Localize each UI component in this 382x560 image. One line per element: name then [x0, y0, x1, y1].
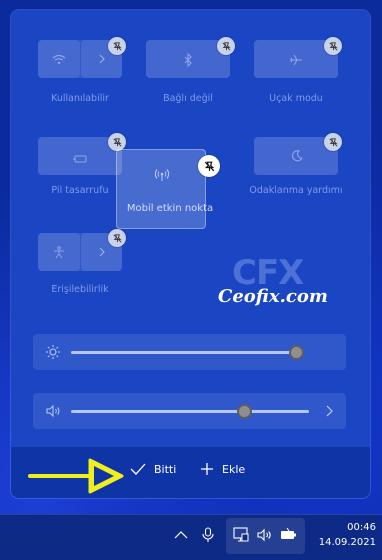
unpin-icon: [222, 41, 230, 50]
checkmark-icon: [130, 463, 146, 475]
mobile-hotspot-icon: [154, 167, 170, 186]
unpin-focus-assist-button[interactable]: [324, 133, 342, 151]
tile-mobile-hotspot-label: Mobil etkin nokta: [126, 203, 214, 214]
wifi-icon: [52, 54, 66, 64]
chevron-up-icon[interactable]: [174, 530, 188, 540]
clock[interactable]: 00:46 14.09.2021: [319, 520, 376, 550]
watermark-text: Ceofix.com: [218, 286, 328, 307]
tile-bluetooth-label: Bağlı değil: [163, 93, 213, 104]
tile-mobile-hotspot-dragging[interactable]: [116, 149, 206, 229]
network-icon[interactable]: [233, 526, 249, 544]
unpin-airplane-button[interactable]: [324, 37, 342, 55]
brightness-thumb[interactable]: [288, 345, 304, 360]
microphone-icon[interactable]: [202, 527, 214, 543]
speaker-icon: [46, 404, 60, 418]
clock-date: 14.09.2021: [318, 537, 376, 548]
accessibility-toggle[interactable]: [38, 233, 80, 271]
chevron-right-icon[interactable]: [322, 402, 336, 420]
volume-icon[interactable]: [257, 528, 273, 542]
brightness-icon: [46, 345, 60, 359]
unpin-icon: [113, 137, 121, 146]
done-label: Bitti: [154, 462, 177, 476]
plus-icon: [201, 463, 213, 475]
volume-slider[interactable]: [33, 393, 346, 429]
clock-time: 00:46: [347, 522, 376, 533]
unpin-mobile-hotspot-button[interactable]: [198, 155, 220, 177]
airplane-icon: [289, 52, 303, 71]
yellow-arrow-annotation: [28, 458, 124, 494]
battery-saver-icon: [72, 150, 88, 169]
unpin-icon: [113, 41, 121, 50]
add-label: Ekle: [222, 462, 246, 476]
brightness-slider[interactable]: [33, 334, 346, 370]
unpin-accessibility-button[interactable]: [108, 229, 126, 247]
tile-airplane-label: Uçak modu: [269, 93, 323, 104]
accessibility-icon: [54, 245, 64, 258]
tile-accessibility-label: Erişilebilirlik: [51, 284, 109, 295]
unpin-icon: [329, 41, 337, 50]
unpin-icon: [204, 161, 214, 171]
unpin-icon: [329, 137, 337, 146]
chevron-right-icon: [99, 247, 105, 257]
unpin-bluetooth-button[interactable]: [217, 37, 235, 55]
battery-icon[interactable]: [280, 528, 298, 542]
add-button[interactable]: Ekle: [200, 459, 245, 479]
wifi-toggle[interactable]: [38, 40, 80, 78]
volume-thumb[interactable]: [237, 404, 253, 419]
unpin-wifi-button[interactable]: [108, 37, 126, 55]
tile-wifi-label: Kullanılabilir: [51, 93, 109, 104]
tile-focus-assist-label: Odaklanma yardımı: [249, 185, 343, 196]
done-button[interactable]: Bitti: [130, 459, 176, 479]
chevron-right-icon: [99, 54, 105, 64]
volume-track: [71, 410, 309, 413]
brightness-track: [71, 351, 301, 354]
unpin-icon: [113, 233, 121, 242]
moon-icon: [290, 148, 304, 167]
bluetooth-icon: [183, 52, 193, 71]
